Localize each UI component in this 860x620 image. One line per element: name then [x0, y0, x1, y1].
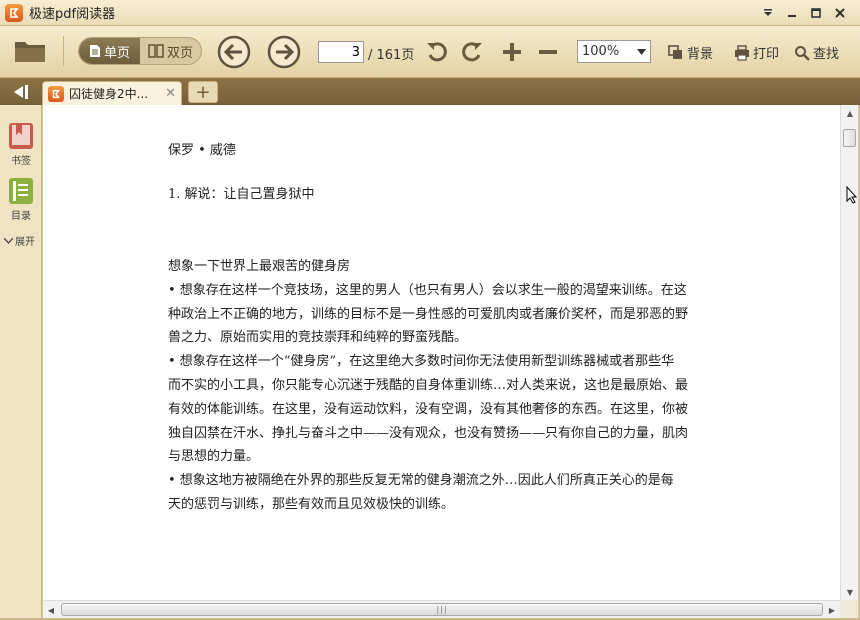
document-author: 保罗 • 威德: [168, 143, 236, 158]
title-bar: 极速pdf阅读器: [0, 0, 860, 26]
search-icon: [795, 45, 810, 61]
rotate-right-icon[interactable]: [459, 39, 485, 65]
scrollbar-corner: [840, 600, 858, 618]
tab-label: 囚徒健身2中...: [69, 87, 149, 101]
zoom-in-icon[interactable]: [499, 39, 525, 65]
find-label: 查找: [813, 47, 840, 62]
document-line: 而不实的小工具，你只能专心沉迷于残酷的自身体重训练…对人类来说，这也是最原始、最: [168, 377, 689, 393]
collapse-sidebar-button[interactable]: [4, 80, 36, 103]
document-line: 独自囚禁在汗水、挣扎与奋斗之中——没有观众，也没有赞扬——只有你自己的力量，肌肉: [168, 425, 689, 441]
document-line: • 想象存在这样一个“健身房”，在这里绝大多数时间你无法使用新型训练器械或者那些…: [168, 354, 675, 370]
document-line: 与思想的力量。: [168, 449, 260, 465]
single-page-button[interactable]: 单页: [79, 38, 140, 64]
document-line: 有效的体能训练。在这里，没有运动饮料，没有空调，没有其他奢侈的东西。在这里，你被: [168, 401, 689, 417]
maximize-button[interactable]: [804, 3, 828, 23]
toc-button[interactable]: 目录: [0, 176, 42, 222]
document-line: 兽之力、原始而实用的竞技崇拜和纯粹的野蛮残酷。: [168, 330, 468, 346]
table-of-contents-icon: [9, 178, 33, 204]
left-sidebar: 书签 目录 展开: [0, 105, 42, 620]
tab-document[interactable]: 囚徒健身2中... ✕: [42, 81, 182, 105]
print-button[interactable]: 打印: [734, 43, 779, 62]
prev-page-icon[interactable]: [216, 34, 252, 70]
rotate-left-icon[interactable]: [424, 39, 450, 65]
page-total-label: / 161页: [368, 48, 415, 63]
document-viewport[interactable]: 保罗 • 威德 1. 解说：让自己置身狱中 想象一下世界上最艰苦的健身房 • 想…: [43, 105, 840, 600]
menu-dropdown-icon[interactable]: [756, 3, 780, 23]
horizontal-scrollbar[interactable]: ◀ ||| ▶: [43, 600, 840, 618]
back-arrow-icon: [14, 84, 28, 99]
scroll-up-icon[interactable]: ▲: [841, 105, 859, 121]
background-icon: [668, 44, 682, 59]
mouse-cursor-icon: [846, 185, 858, 207]
toolbar: 单页 双页 / 161页 100% 背景 打印 查找: [0, 26, 860, 78]
single-page-icon: [89, 45, 100, 57]
single-page-label: 单页: [103, 45, 130, 61]
page-number-input[interactable]: [318, 41, 364, 63]
print-label: 打印: [753, 47, 780, 62]
find-button[interactable]: 查找: [794, 43, 839, 62]
chevron-down-icon: [4, 237, 13, 244]
open-folder-icon[interactable]: [12, 34, 48, 66]
scroll-down-icon[interactable]: ▼: [841, 584, 859, 600]
double-page-label: 双页: [166, 45, 193, 61]
toc-label: 目录: [11, 211, 31, 222]
double-page-button[interactable]: 双页: [140, 38, 201, 64]
zoom-out-icon[interactable]: [535, 39, 561, 65]
toolbar-divider: [63, 36, 64, 66]
document-body: 想象一下世界上最艰苦的健身房 • 想象存在这样一个竞技场，这里的男人（也只有男人…: [168, 255, 688, 517]
expand-button[interactable]: 展开: [4, 233, 35, 248]
tab-bar: 囚徒健身2中... ✕ +: [0, 78, 860, 105]
view-mode-toggle: 单页 双页: [78, 37, 202, 65]
new-tab-button[interactable]: +: [188, 81, 218, 103]
document-line: • 想象存在这样一个竞技场，这里的男人（也只有男人）会以求生一般的渴望来训练。在…: [168, 282, 687, 298]
horizontal-scroll-thumb[interactable]: |||: [61, 603, 823, 616]
vertical-scroll-thumb[interactable]: [843, 129, 856, 147]
chevron-down-icon: [637, 48, 646, 55]
bookmarks-button[interactable]: 书签: [0, 121, 42, 167]
document-line: • 想象这地方被隔绝在外界的那些反复无常的健身潮流之外…因此人们所真正关心的是每: [168, 473, 674, 489]
next-page-icon[interactable]: [266, 34, 302, 70]
document-line: 想象一下世界上最艰苦的健身房: [168, 259, 351, 274]
zoom-select[interactable]: 100%: [577, 40, 651, 63]
background-label: 背景: [687, 47, 714, 62]
double-page-icon: [148, 44, 164, 58]
minimize-button[interactable]: [780, 3, 804, 23]
background-button[interactable]: 背景: [668, 43, 713, 62]
close-tab-icon[interactable]: ✕: [165, 86, 176, 101]
zoom-value: 100%: [582, 44, 620, 59]
bookmark-icon: [9, 123, 33, 149]
pdf-file-icon: [48, 85, 64, 102]
document-section-heading: 1. 解说：让自己置身狱中: [168, 187, 315, 202]
close-button[interactable]: [828, 3, 852, 23]
document-line: 天的惩罚与训练，那些有效而且见效极快的训练。: [168, 496, 455, 512]
app-logo-icon: [5, 3, 23, 22]
document-line: 种政治上不正确的地方，训练的目标不是一身性感的可爱肌肉或者廉价奖杯，而是邪恶的野: [168, 306, 689, 322]
bookmark-label: 书签: [11, 156, 31, 167]
window-title: 极速pdf阅读器: [29, 7, 116, 22]
expand-label: 展开: [15, 237, 35, 248]
scroll-right-icon[interactable]: ▶: [824, 601, 840, 619]
printer-icon: [735, 44, 749, 61]
vertical-scrollbar[interactable]: ▲ ▼: [840, 105, 858, 600]
scroll-left-icon[interactable]: ◀: [43, 601, 59, 619]
window-controls: [756, 3, 852, 23]
